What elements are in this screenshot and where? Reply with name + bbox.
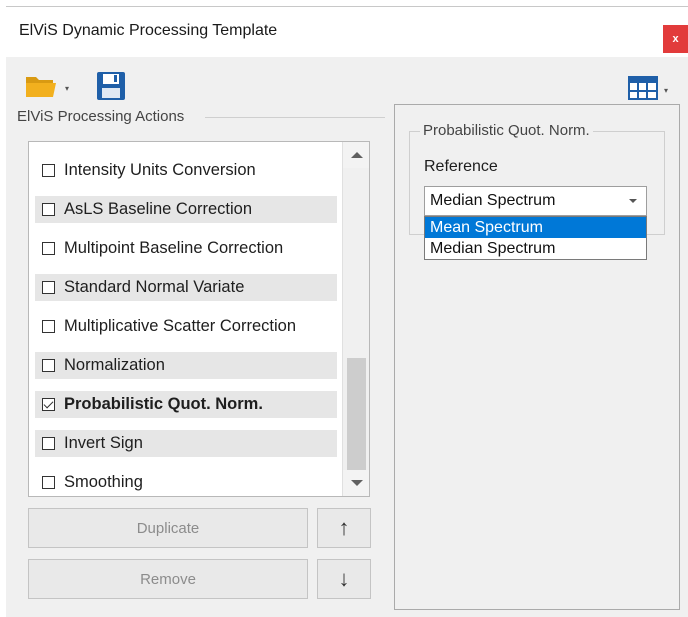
list-item[interactable]: Invert Sign: [35, 430, 337, 457]
reference-label: Reference: [424, 158, 498, 175]
checkbox-checked[interactable]: [42, 398, 55, 411]
triangle-down-icon: [350, 480, 363, 486]
list-item-label: Probabilistic Quot. Norm.: [64, 395, 263, 413]
list-item[interactable]: Normalization: [35, 352, 337, 379]
list-item[interactable]: Multipoint Baseline Correction: [35, 235, 337, 262]
list-item-label: Normalization: [64, 356, 165, 374]
chevron-down-icon: [629, 199, 637, 203]
window-title: ElViS Dynamic Processing Template: [19, 22, 278, 39]
list-item-label: Smoothing: [64, 473, 143, 491]
duplicate-button[interactable]: Duplicate: [28, 508, 308, 548]
list-item-label: Multipoint Baseline Correction: [64, 239, 284, 257]
close-button[interactable]: x: [663, 25, 688, 53]
checkbox[interactable]: [42, 203, 55, 216]
actions-list[interactable]: Intensity Units Conversion AsLS Baseline…: [28, 141, 370, 497]
list-item-label: Multiplicative Scatter Correction: [64, 317, 296, 335]
list-item[interactable]: Standard Normal Variate: [35, 274, 337, 301]
save-button[interactable]: [96, 71, 126, 106]
list-item-label: Intensity Units Conversion: [64, 161, 256, 179]
list-item-label: AsLS Baseline Correction: [64, 200, 253, 218]
title-bar: ElViS Dynamic Processing Template x: [6, 7, 688, 57]
actions-group-title: ElViS Processing Actions: [17, 108, 189, 125]
reference-select-value: Median Spectrum: [430, 192, 556, 209]
triangle-up-icon: [350, 152, 363, 158]
list-item[interactable]: Smoothing: [35, 469, 337, 496]
columns-button[interactable]: ▾: [628, 76, 668, 105]
group-divider: [205, 117, 385, 118]
chevron-down-icon: ▾: [664, 86, 669, 95]
remove-button[interactable]: Remove: [28, 559, 308, 599]
checkbox[interactable]: [42, 437, 55, 450]
list-item-label: Invert Sign: [64, 434, 143, 452]
checkbox[interactable]: [42, 359, 55, 372]
list-item[interactable]: Multiplicative Scatter Correction: [35, 313, 337, 340]
list-item[interactable]: Intensity Units Conversion: [35, 157, 337, 184]
move-down-button[interactable]: ↓: [317, 559, 371, 599]
folder-open-icon: [25, 74, 59, 103]
list-item-selected[interactable]: Probabilistic Quot. Norm.: [35, 391, 337, 418]
move-up-button[interactable]: ↑: [317, 508, 371, 548]
checkbox[interactable]: [42, 164, 55, 177]
open-button[interactable]: ▾: [25, 74, 69, 103]
vertical-scrollbar[interactable]: [342, 142, 369, 496]
scroll-up-button[interactable]: [343, 142, 369, 168]
reference-dropdown-list[interactable]: Mean Spectrum Median Spectrum: [424, 216, 647, 260]
list-item[interactable]: AsLS Baseline Correction: [35, 196, 337, 223]
scroll-thumb[interactable]: [347, 358, 366, 470]
scroll-down-button[interactable]: [343, 470, 369, 496]
checkbox[interactable]: [42, 242, 55, 255]
checkbox[interactable]: [42, 320, 55, 333]
chevron-down-icon: ▾: [65, 84, 70, 93]
settings-group-title: Probabilistic Quot. Norm.: [420, 122, 593, 139]
dropdown-option-median[interactable]: Median Spectrum: [425, 238, 646, 259]
list-item-label: Standard Normal Variate: [64, 278, 245, 296]
save-disk-icon: [96, 71, 126, 106]
dropdown-option-mean[interactable]: Mean Spectrum: [425, 217, 646, 238]
reference-select[interactable]: Median Spectrum: [424, 186, 647, 216]
table-grid-icon: [628, 76, 658, 105]
checkbox[interactable]: [42, 476, 55, 489]
checkbox[interactable]: [42, 281, 55, 294]
